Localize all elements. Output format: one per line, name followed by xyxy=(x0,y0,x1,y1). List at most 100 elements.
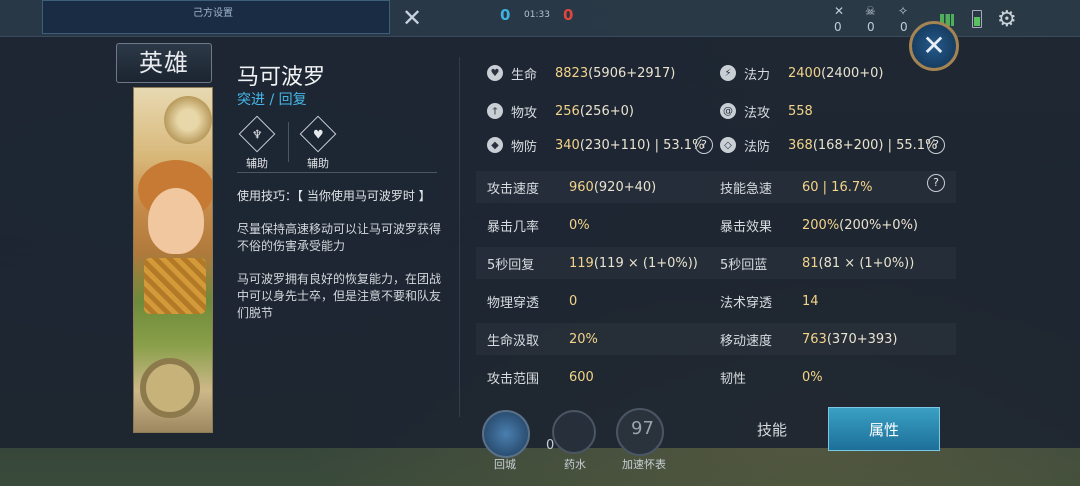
role-label: 辅助 xyxy=(307,157,329,170)
row-background xyxy=(476,171,956,203)
stat-value: 368 xyxy=(788,137,813,153)
stat-label: 物理穿透 xyxy=(487,295,540,311)
tip-paragraph-2: 马可波罗拥有良好的恢复能力，在团战中可以身先士卒，但是注意不要和队友们脱节 xyxy=(237,272,442,320)
stat-value: 20% xyxy=(569,331,598,347)
skill-haste-help-icon[interactable]: ? xyxy=(927,174,945,192)
stat-value: 340 xyxy=(555,137,580,153)
tab-skill[interactable]: 技能 xyxy=(745,419,799,440)
stat-value: 0 xyxy=(569,293,578,309)
stat-value: 600 xyxy=(569,369,594,385)
portrait-gear xyxy=(140,358,200,418)
team-score-blue: 0 xyxy=(500,6,511,24)
stat-row-left: 5秒回复 119(119 × (1+0%)) xyxy=(487,253,698,273)
stat-mana: ⚡ 法力 2400(2400+0) xyxy=(720,63,884,83)
support-icon: ♆ xyxy=(238,115,276,153)
divider xyxy=(237,172,437,173)
ally-settings-label: 己方设置 xyxy=(193,8,233,19)
kills-count: 0 xyxy=(834,20,842,34)
stat-row-right: 法术穿透 14 xyxy=(720,291,819,311)
hero-portrait xyxy=(133,87,213,433)
stat-mag-atk: @ 法攻 558 xyxy=(720,101,813,121)
portrait-face xyxy=(148,188,204,254)
stat-phys-atk: † 物攻 256(256+0) xyxy=(487,101,634,121)
stat-row-right: 暴击效果 200%(200%+0%) xyxy=(720,215,918,235)
stat-detail: (119 × (1+0%)) xyxy=(593,255,698,271)
tip-title: 使用技巧：【 当你使用马可波罗时 】 xyxy=(237,189,431,203)
stat-value: 8823 xyxy=(555,65,589,81)
phys-def-help-icon[interactable]: ? xyxy=(695,136,713,154)
stat-label: 移动速度 xyxy=(720,333,773,349)
tab-attributes[interactable]: 属性 xyxy=(828,407,940,451)
role-divider xyxy=(288,122,289,162)
potion-icon[interactable] xyxy=(552,410,596,454)
swirl-icon: @ xyxy=(720,103,736,119)
panel-divider xyxy=(459,57,460,417)
hero-stats-panel: 英雄 ✕ 马可波罗 突进 / 回复 ♆ 辅助 ♥ 辅助 使用技巧：【 当你使用马… xyxy=(0,21,1080,451)
stat-value: 60 | 16.7% xyxy=(802,179,873,195)
magic-shield-icon: ◇ xyxy=(720,137,736,153)
hero-tab-label: 英雄 xyxy=(139,49,189,77)
stat-value: 960 xyxy=(569,179,594,195)
hero-class: 突进 / 回复 xyxy=(237,92,307,108)
stat-label: 法术穿透 xyxy=(720,295,773,311)
battery-icon xyxy=(972,10,982,28)
close-button[interactable]: ✕ xyxy=(909,21,959,71)
stat-label: 技能急速 xyxy=(720,181,773,197)
stat-row-left: 攻击速度 960(920+40) xyxy=(487,177,656,197)
potion-count: 0 xyxy=(546,438,555,453)
kills-icon: ✕ xyxy=(834,4,845,18)
stat-label: 5秒回蓝 xyxy=(720,257,768,273)
stat-hp: ♥ 生命 8823(5906+2917) xyxy=(487,63,675,83)
deaths-count: 0 xyxy=(867,20,875,34)
stat-row-left: 生命汲取 20% xyxy=(487,329,598,349)
heart-support-icon: ♥ xyxy=(299,115,337,153)
stat-value: 763 xyxy=(802,331,827,347)
portrait-scarf xyxy=(144,258,206,314)
stat-label: 韧性 xyxy=(720,371,747,387)
assists-icon: ✧ xyxy=(898,4,909,18)
match-timer: 01:33 xyxy=(524,10,550,20)
stat-detail: (81 × (1+0%)) xyxy=(818,255,915,271)
stat-detail: (370+393) xyxy=(826,331,898,347)
lightning-icon: ⚡ xyxy=(720,65,736,81)
stat-label: 暴击几率 xyxy=(487,219,540,235)
stat-value: 0% xyxy=(569,217,590,233)
tip-paragraph-1: 尽量保持高速移动可以让马可波罗获得不俗的伤害承受能力 xyxy=(237,222,442,253)
stat-value: 2400 xyxy=(788,65,822,81)
stat-value: 119 xyxy=(569,255,594,271)
shield-icon: ◆ xyxy=(487,137,503,153)
stat-value: 558 xyxy=(788,103,813,119)
stat-value: 14 xyxy=(802,293,819,309)
team-score-red: 0 xyxy=(563,6,574,24)
stat-row-right: 移动速度 763(370+393) xyxy=(720,329,898,349)
mag-def-help-icon[interactable]: ? xyxy=(927,136,945,154)
gear-icon[interactable]: ⚙ xyxy=(997,7,1017,32)
stat-row-left: 暴击几率 0% xyxy=(487,215,590,235)
hero-tab[interactable]: 英雄 xyxy=(116,43,212,83)
hero-name: 马可波罗 xyxy=(237,65,326,90)
speed-label: 加速怀表 xyxy=(622,458,666,471)
role-support-2: ♥ 辅助 xyxy=(298,115,338,171)
stat-detail: (920+40) xyxy=(593,179,657,195)
stat-label: 生命汲取 xyxy=(487,333,540,349)
recall-icon[interactable] xyxy=(482,410,530,458)
stat-phys-def: ◆ 物防 340(230+110) | 53.1% xyxy=(487,135,704,155)
stat-value: 0% xyxy=(802,369,823,385)
ally-settings-bar[interactable]: 己方设置 xyxy=(42,0,390,34)
recall-label: 回城 xyxy=(494,458,516,471)
stat-label: 攻击范围 xyxy=(487,371,540,387)
stat-mag-def: ◇ 法防 368(168+200) | 55.1% xyxy=(720,135,937,155)
deaths-icon: ☠ xyxy=(865,4,876,18)
stat-row-right: 韧性 0% xyxy=(720,367,823,387)
stat-value: 200% xyxy=(802,217,840,233)
stat-label: 5秒回复 xyxy=(487,257,535,273)
sword-icon: † xyxy=(487,103,503,119)
heart-icon: ♥ xyxy=(487,65,503,81)
stat-label: 暴击效果 xyxy=(720,219,773,235)
close-settings-icon[interactable]: ✕ xyxy=(402,4,422,32)
stat-row-right: 技能急速 60 | 16.7% xyxy=(720,177,872,197)
stat-value: 256 xyxy=(555,103,580,119)
portrait-hat xyxy=(164,96,212,144)
stat-label: 攻击速度 xyxy=(487,181,540,197)
stat-value: 81 xyxy=(802,255,819,271)
